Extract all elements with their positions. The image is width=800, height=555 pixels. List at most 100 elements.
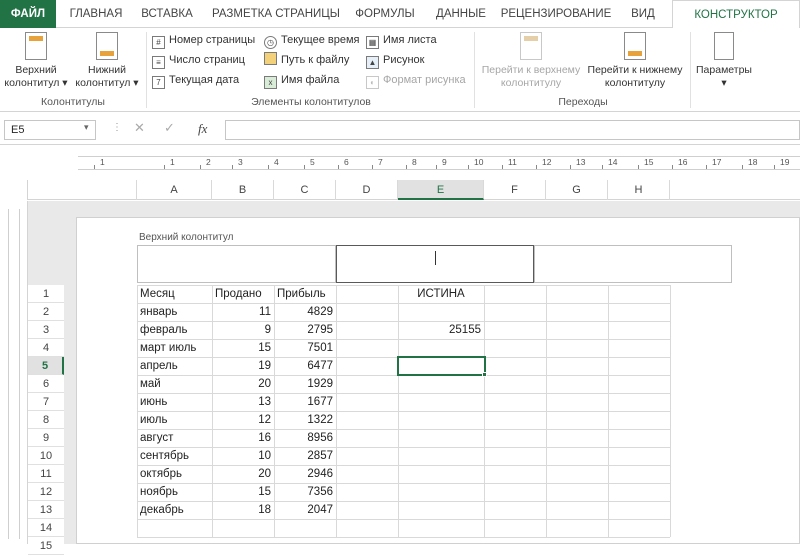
column-header-d[interactable]: D — [336, 180, 398, 200]
header-section-center[interactable] — [336, 245, 534, 283]
sheet-name-button[interactable]: ▦ Имя листа — [366, 30, 437, 50]
name-box[interactable]: E5 — [4, 120, 96, 140]
insert-function-button[interactable]: fx — [198, 121, 207, 137]
format-picture-button[interactable]: ◐ Формат рисунка — [366, 70, 466, 90]
row-header-14[interactable]: 14 — [28, 519, 64, 537]
column-header-h[interactable]: H — [608, 180, 670, 200]
row-header-12[interactable]: 12 — [28, 483, 64, 501]
row-header-5[interactable]: 5 — [28, 357, 64, 375]
goto-footer-button[interactable]: Перейти к нижнему колонтитулу — [584, 32, 686, 90]
tab-home[interactable]: ГЛАВНАЯ — [64, 0, 128, 28]
table-cell[interactable]: 7356 — [274, 483, 336, 501]
tab-page-layout[interactable]: РАЗМЕТКА СТРАНИЦЫ — [206, 0, 346, 28]
row-header-15[interactable]: 15 — [28, 537, 64, 555]
table-cell[interactable]: 16 — [212, 429, 274, 447]
table-cell[interactable]: 9 — [212, 321, 274, 339]
header-button[interactable]: Верхний колонтитул ▾ — [4, 32, 68, 90]
row-header-10[interactable]: 10 — [28, 447, 64, 465]
table-cell[interactable]: 10 — [212, 447, 274, 465]
footer-button[interactable]: Нижний колонтитул ▾ — [74, 32, 140, 90]
tab-insert[interactable]: ВСТАВКА — [136, 0, 198, 28]
header-section-left[interactable] — [137, 245, 336, 283]
tab-data[interactable]: ДАННЫЕ — [430, 0, 492, 28]
row-header-8[interactable]: 8 — [28, 411, 64, 429]
table-header-cell[interactable]: Продано — [212, 285, 274, 303]
cell-e3[interactable]: 25155 — [398, 321, 484, 339]
ruler-tick: 12 — [542, 157, 552, 167]
table-cell[interactable]: 12 — [212, 411, 274, 429]
table-cell[interactable]: 1677 — [274, 393, 336, 411]
enter-icon[interactable]: ✓ — [164, 120, 175, 136]
row-header-6[interactable]: 6 — [28, 375, 64, 393]
table-cell[interactable]: 2047 — [274, 501, 336, 519]
table-cell[interactable]: 8956 — [274, 429, 336, 447]
column-header-a[interactable]: A — [137, 180, 212, 200]
name-box-dropdown-icon[interactable]: ▾ — [84, 122, 89, 133]
table-cell[interactable]: 15 — [212, 339, 274, 357]
table-cell[interactable]: июль — [137, 411, 212, 429]
table-header-cell[interactable]: Прибыль — [274, 285, 336, 303]
row-header-2[interactable]: 2 — [28, 303, 64, 321]
table-cell[interactable]: апрель — [137, 357, 212, 375]
select-all-corner[interactable] — [0, 180, 28, 200]
table-cell[interactable]: июнь — [137, 393, 212, 411]
table-cell[interactable]: 13 — [212, 393, 274, 411]
active-cell-e5[interactable] — [397, 356, 486, 376]
page-number-button[interactable]: # Номер страницы — [152, 30, 255, 50]
cancel-icon[interactable]: ✕ — [134, 120, 145, 136]
header-section-right[interactable] — [534, 245, 732, 283]
table-cell[interactable]: 20 — [212, 465, 274, 483]
row-header-13[interactable]: 13 — [28, 501, 64, 519]
table-cell[interactable]: октябрь — [137, 465, 212, 483]
row-header-3[interactable]: 3 — [28, 321, 64, 339]
row-header-4[interactable]: 4 — [28, 339, 64, 357]
column-header-g[interactable]: G — [546, 180, 608, 200]
table-cell[interactable]: 19 — [212, 357, 274, 375]
table-cell[interactable]: 7501 — [274, 339, 336, 357]
row-header-7[interactable]: 7 — [28, 393, 64, 411]
column-header-c[interactable]: C — [274, 180, 336, 200]
options-button[interactable]: Параметры ▾ — [694, 32, 754, 90]
file-name-button[interactable]: x Имя файла — [264, 70, 339, 90]
current-time-button[interactable]: ◷ Текущее время — [264, 30, 359, 50]
picture-button[interactable]: ▲ Рисунок — [366, 50, 425, 70]
column-header-b[interactable]: B — [212, 180, 274, 200]
row-header-11[interactable]: 11 — [28, 465, 64, 483]
table-cell[interactable]: январь — [137, 303, 212, 321]
table-cell[interactable]: 1322 — [274, 411, 336, 429]
row-header-9[interactable]: 9 — [28, 429, 64, 447]
tab-view[interactable]: ВИД — [622, 0, 664, 28]
file-path-button[interactable]: Путь к файлу — [264, 50, 349, 70]
row-header-1[interactable]: 1 — [28, 285, 64, 303]
column-header-e[interactable]: E — [398, 180, 484, 200]
formula-input[interactable] — [225, 120, 800, 140]
table-cell[interactable]: 6477 — [274, 357, 336, 375]
table-cell[interactable]: 4829 — [274, 303, 336, 321]
table-cell[interactable]: 1929 — [274, 375, 336, 393]
table-cell[interactable]: 11 — [212, 303, 274, 321]
table-cell[interactable]: март июль — [137, 339, 212, 357]
tab-formulas[interactable]: ФОРМУЛЫ — [352, 0, 418, 28]
table-cell[interactable]: февраль — [137, 321, 212, 339]
tab-design[interactable]: КОНСТРУКТОР — [672, 0, 800, 29]
table-cell[interactable]: май — [137, 375, 212, 393]
table-cell[interactable]: 18 — [212, 501, 274, 519]
table-cell[interactable]: ноябрь — [137, 483, 212, 501]
fill-handle[interactable] — [482, 372, 487, 377]
table-cell[interactable]: 2857 — [274, 447, 336, 465]
page-count-button[interactable]: ≡ Число страниц — [152, 50, 245, 70]
table-cell[interactable]: 2795 — [274, 321, 336, 339]
table-cell[interactable]: август — [137, 429, 212, 447]
table-cell[interactable]: 20 — [212, 375, 274, 393]
table-cell[interactable]: 15 — [212, 483, 274, 501]
table-cell[interactable]: сентябрь — [137, 447, 212, 465]
column-header-f[interactable]: F — [484, 180, 546, 200]
goto-header-button[interactable]: Перейти к верхнему колонтитулу — [478, 32, 584, 90]
table-header-cell[interactable]: Месяц — [137, 285, 212, 303]
table-cell[interactable]: декабрь — [137, 501, 212, 519]
tab-review[interactable]: РЕЦЕНЗИРОВАНИЕ — [500, 0, 612, 28]
tab-file[interactable]: ФАЙЛ — [0, 0, 56, 28]
current-date-button[interactable]: 7 Текущая дата — [152, 70, 239, 90]
table-cell[interactable]: 2946 — [274, 465, 336, 483]
cell-e1[interactable]: ИСТИНА — [398, 285, 484, 303]
